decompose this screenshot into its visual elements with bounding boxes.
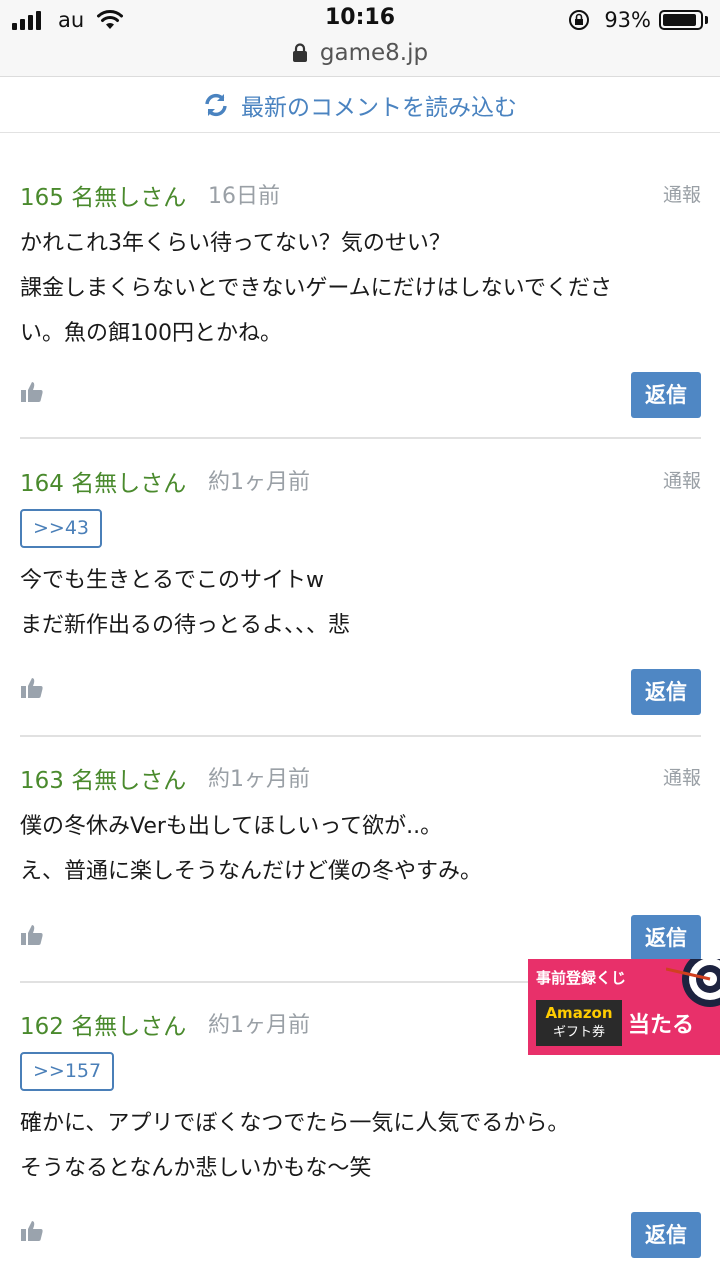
- ad-gift-card: Amazon ギフト券: [536, 1000, 622, 1046]
- comment-line: え、普通に楽しそうなんだけど僕の冬やすみ。: [20, 859, 483, 884]
- comment-body: 今でも生きとるでこのサイトw まだ新作出るの待っとるよ、、、悲: [20, 558, 705, 648]
- comment-line: 確かに、アプリでぼくなつでたら一気に人気でるから。: [20, 1111, 570, 1136]
- ad-banner[interactable]: 事前登録くじ Amazon ギフト券 当たる: [528, 959, 720, 1055]
- comment-header: 165 名無しさん 16日前 通報: [20, 176, 701, 212]
- comment-line: 僕の冬休みVerも出してほしいって欲が..。: [20, 814, 443, 839]
- comment-line: 今でも生きとるでこのサイトw: [20, 568, 324, 593]
- comment-time: 約1ヶ月前: [208, 767, 310, 792]
- comment-line: かれこれ3年くらい待ってない？気のせい？: [20, 231, 451, 256]
- address-bar[interactable]: game8.jp: [0, 36, 720, 70]
- ad-title: 事前登録くじ: [536, 969, 627, 987]
- comment-time: 16日前: [208, 184, 280, 209]
- comment-header: 163 名無しさん 約1ヶ月前 通報: [20, 759, 701, 795]
- reply-anchor-link[interactable]: >>43: [20, 509, 103, 548]
- ad-win-text: 当たる: [628, 1013, 695, 1038]
- thumbs-up-icon[interactable]: [20, 1219, 44, 1243]
- thumbs-up-icon[interactable]: [20, 923, 44, 947]
- comment-header: 164 名無しさん 約1ヶ月前 通報: [20, 462, 701, 498]
- comment-time: 約1ヶ月前: [208, 1013, 310, 1038]
- reply-button[interactable]: 返信: [631, 1212, 701, 1258]
- comment-body: 僕の冬休みVerも出してほしいって欲が..。 え、普通に楽しそうなんだけど僕の冬…: [20, 804, 705, 894]
- comment-time: 約1ヶ月前: [208, 470, 310, 495]
- divider: [20, 735, 701, 737]
- thumbs-up-icon[interactable]: [20, 676, 44, 700]
- report-link[interactable]: 通報: [663, 466, 701, 493]
- page-url: game8.jp: [319, 40, 429, 66]
- reply-anchor-link[interactable]: >>157: [20, 1052, 115, 1091]
- report-link[interactable]: 通報: [663, 763, 701, 790]
- browser-status-bar: au 10:16 93% game8.jp: [0, 0, 720, 77]
- comment-line: 課金しまくらないとできないゲームにだけはしないでくださ: [20, 276, 613, 301]
- comment-author[interactable]: 163 名無しさん: [20, 761, 186, 795]
- comment-body: かれこれ3年くらい待ってない？気のせい？ 課金しまくらないとできないゲームにだけ…: [20, 221, 705, 356]
- status-right: 93%: [568, 7, 708, 33]
- ad-gift-brand: Amazon: [545, 1004, 613, 1022]
- comment-line: い。魚の餌100円とかね。: [20, 321, 282, 346]
- report-link[interactable]: 通報: [663, 180, 701, 207]
- comment-author[interactable]: 165 名無しさん: [20, 178, 186, 212]
- comment-line: そうなるとなんか悲しいかもな〜笑: [20, 1156, 372, 1181]
- battery-level-fill: [663, 14, 697, 26]
- divider: [20, 437, 701, 439]
- rotation-lock-icon: [569, 10, 590, 30]
- comment-line: まだ新作出るの待っとるよ、、、悲: [20, 613, 351, 638]
- battery-percent: 93%: [604, 8, 651, 32]
- comment-author[interactable]: 162 名無しさん: [20, 1007, 186, 1041]
- refresh-icon: [205, 93, 227, 117]
- reply-button[interactable]: 返信: [631, 669, 701, 715]
- thumbs-up-icon[interactable]: [20, 380, 44, 404]
- reply-button[interactable]: 返信: [631, 372, 701, 418]
- ad-gift-label: ギフト券: [552, 1025, 605, 1040]
- load-latest-comments-label: 最新のコメントを読み込む: [241, 95, 517, 121]
- battery-cap: [705, 16, 708, 24]
- comment-body: 確かに、アプリでぼくなつでたら一気に人気でるから。 そうなるとなんか悲しいかもな…: [20, 1101, 705, 1191]
- load-latest-comments-link[interactable]: 最新のコメントを読み込む: [0, 78, 720, 133]
- battery-icon: [659, 10, 703, 30]
- padlock-icon: [292, 43, 307, 62]
- reply-button[interactable]: 返信: [631, 915, 701, 961]
- comment-author[interactable]: 164 名無しさん: [20, 464, 186, 498]
